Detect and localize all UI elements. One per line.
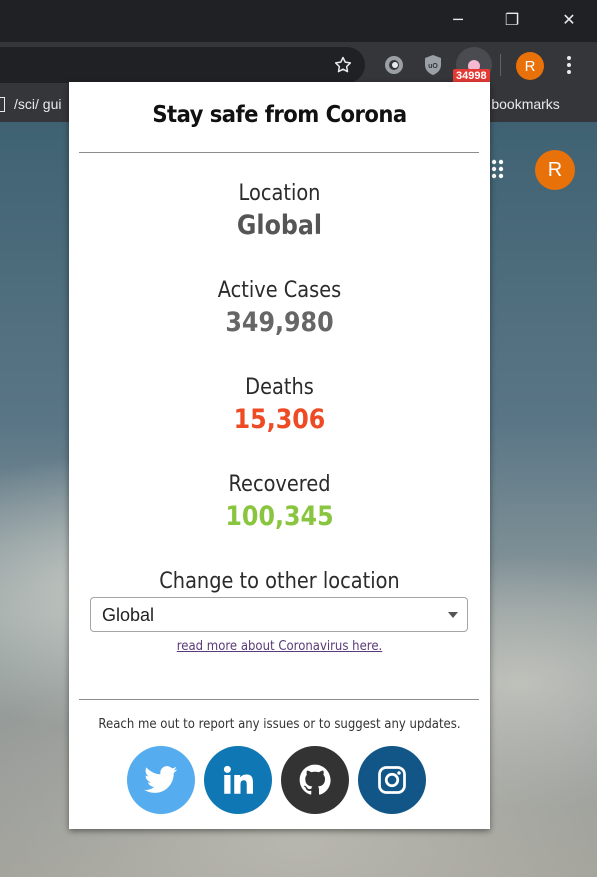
close-window-button[interactable]: ✕ — [541, 0, 597, 38]
active-cases-label: Active Cases — [217, 278, 342, 303]
change-location-label: Change to other location — [159, 569, 400, 594]
svg-text:uO: uO — [428, 63, 438, 70]
deaths-value: 15,306 — [233, 404, 326, 435]
profile-avatar[interactable]: R — [516, 52, 544, 80]
deaths-label: Deaths — [245, 375, 314, 400]
recovered-label: Recovered — [228, 472, 331, 497]
extension-badge: 34998 — [453, 69, 490, 83]
active-cases-value: 349,980 — [225, 307, 334, 338]
bookmark-star-icon[interactable] — [331, 53, 355, 77]
linkedin-button[interactable] — [204, 746, 272, 814]
extension-popup: Stay safe from Corona Location Global Ac… — [69, 82, 490, 829]
popup-title: Stay safe from Corona — [152, 102, 407, 128]
divider — [79, 152, 479, 153]
dropdown-arrow-icon — [448, 612, 458, 618]
minimize-button[interactable]: ─ — [430, 0, 486, 38]
extension-circle-icon[interactable] — [381, 52, 407, 78]
page-profile-avatar[interactable]: R — [535, 150, 575, 190]
location-label: Location — [238, 181, 321, 206]
address-bar[interactable] — [0, 47, 365, 83]
window-titlebar: ─ ❐ ✕ — [0, 0, 597, 42]
instagram-button[interactable] — [358, 746, 426, 814]
ublock-shield-icon[interactable]: uO — [421, 52, 445, 78]
bookmark-folder-icon — [0, 97, 5, 112]
github-button[interactable] — [281, 746, 349, 814]
location-select-value: Global — [102, 605, 155, 625]
location-value: Global — [236, 210, 323, 241]
twitter-icon — [144, 766, 178, 793]
location-select[interactable]: Global — [90, 597, 468, 632]
divider — [79, 699, 479, 700]
instagram-icon — [378, 766, 406, 794]
maximize-button[interactable]: ❐ — [484, 0, 540, 38]
more-menu-icon[interactable] — [558, 53, 580, 77]
read-more-link[interactable]: read more about Coronavirus here. — [90, 639, 469, 654]
toolbar-divider — [500, 54, 501, 76]
apps-grid-icon[interactable] — [489, 158, 507, 182]
reach-text: Reach me out to report any issues or to … — [98, 717, 461, 732]
bookmark-item[interactable]: /sci/ gui — [14, 96, 61, 112]
github-icon — [299, 764, 331, 795]
linkedin-icon — [223, 765, 253, 794]
recovered-value: 100,345 — [225, 501, 334, 532]
twitter-button[interactable] — [127, 746, 195, 814]
